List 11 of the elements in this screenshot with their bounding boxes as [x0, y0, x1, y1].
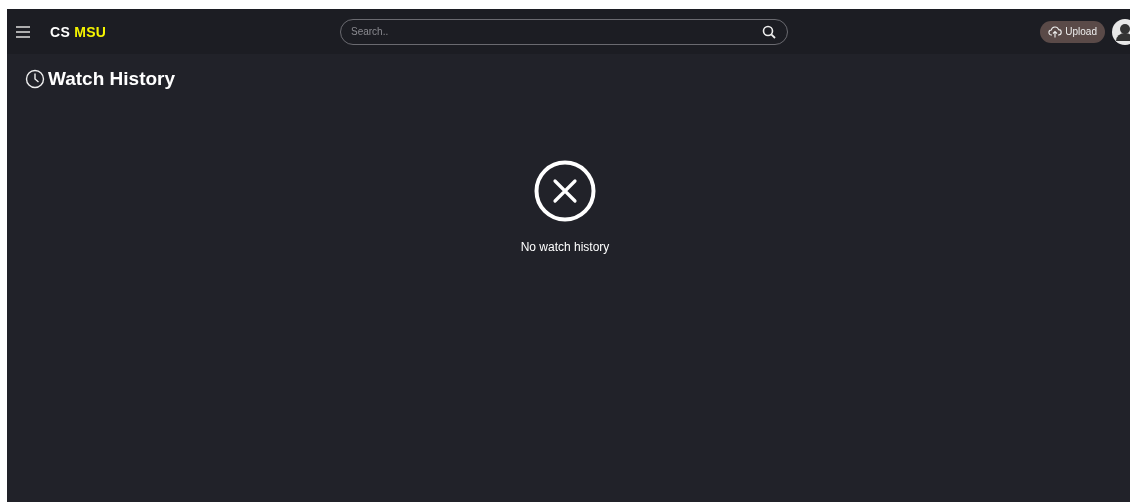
- search-icon[interactable]: [762, 24, 776, 39]
- brand-logo[interactable]: CS MSU: [50, 23, 107, 40]
- page-title: Watch History: [48, 68, 176, 90]
- menu-icon[interactable]: [16, 25, 30, 38]
- upload-button[interactable]: Upload: [1040, 20, 1105, 43]
- avatar-icon[interactable]: [1112, 18, 1130, 45]
- clock-icon: [25, 69, 45, 89]
- search-field[interactable]: Search..: [340, 18, 788, 45]
- close-circle-icon: [534, 160, 596, 222]
- cloud-upload-icon: [1048, 25, 1063, 38]
- empty-message: No watch history: [520, 240, 610, 254]
